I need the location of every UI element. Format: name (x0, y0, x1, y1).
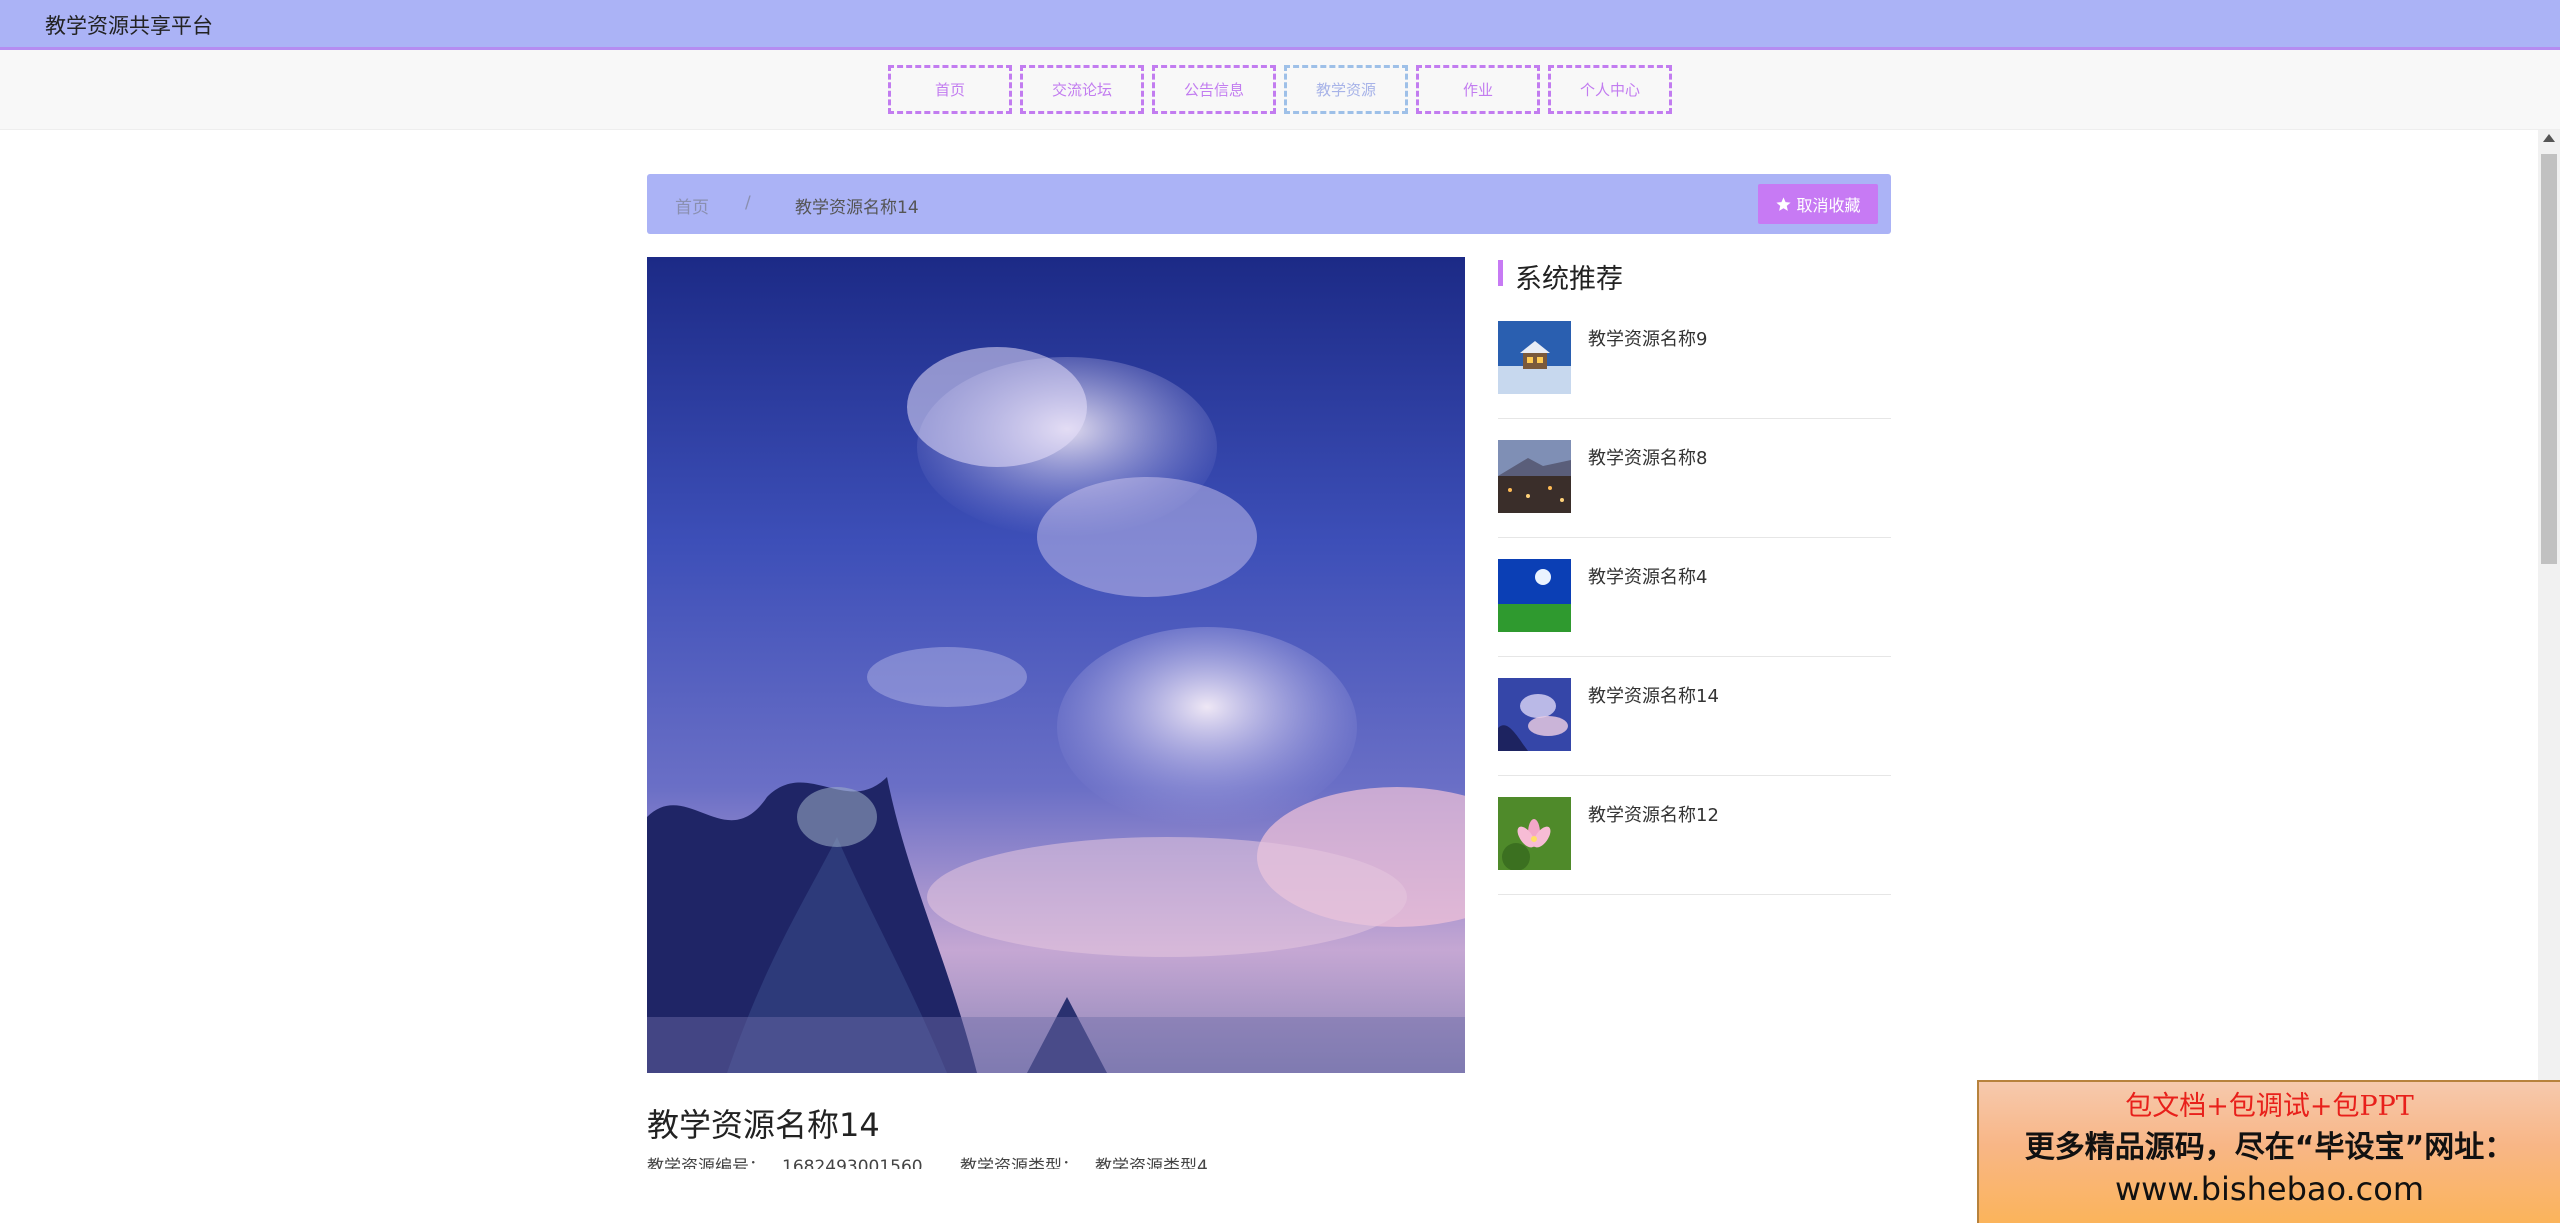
top-header: 教学资源共享平台 (0, 0, 2560, 50)
promo-url[interactable]: www.bishebao.com (1979, 1170, 2560, 1208)
nav-forum[interactable]: 交流论坛 (1020, 65, 1144, 114)
promo-headline: 更多精品源码，尽在“毕设宝”网址： (2024, 1130, 2515, 1165)
nav-announcements[interactable]: 公告信息 (1152, 65, 1276, 114)
recommend-item[interactable]: 教学资源名称14 (1498, 657, 1891, 776)
breadcrumb: 首页 / 教学资源名称14 取消收藏 (647, 174, 1891, 234)
nav-personal-center[interactable]: 个人中心 (1548, 65, 1672, 114)
nav-items: 首页 交流论坛 公告信息 教学资源 作业 个人中心 (888, 65, 1672, 114)
recommend-header: 系统推荐 (1498, 257, 1891, 295)
nav-homework[interactable]: 作业 (1416, 65, 1540, 114)
recommend-item[interactable]: 教学资源名称9 (1498, 300, 1891, 419)
promo-tagline: 包文档+包调试+包PPT (2125, 1091, 2414, 1122)
resource-number: 教学资源编号： 1682493001560 (647, 1157, 939, 1169)
page-scrollbar[interactable] (2538, 130, 2560, 1093)
star-icon (1776, 196, 1792, 211)
recommend-item[interactable]: 教学资源名称12 (1498, 776, 1891, 895)
unfavorite-button[interactable]: 取消收藏 (1758, 184, 1878, 224)
recommend-item-name[interactable]: 教学资源名称8 (1588, 444, 1707, 470)
recommend-accent-bar (1498, 260, 1503, 286)
breadcrumb-separator: / (745, 193, 751, 213)
recommend-thumbnail[interactable] (1498, 440, 1571, 513)
recommend-thumbnail[interactable] (1498, 321, 1571, 394)
resource-cover-image (647, 257, 1465, 1073)
resource-title: 教学资源名称14 (647, 1106, 880, 1144)
scroll-up-arrow-icon[interactable] (2543, 134, 2555, 142)
recommend-item-name[interactable]: 教学资源名称9 (1588, 325, 1707, 351)
recommend-thumbnail[interactable] (1498, 678, 1571, 751)
recommend-item-name[interactable]: 教学资源名称14 (1588, 682, 1719, 708)
recommend-item[interactable]: 教学资源名称4 (1498, 538, 1891, 657)
resource-type-label: 教学资源类型： (960, 1157, 1080, 1169)
recommend-item[interactable]: 教学资源名称8 (1498, 419, 1891, 538)
recommend-item-name[interactable]: 教学资源名称12 (1588, 801, 1719, 827)
nav-teaching-resources[interactable]: 教学资源 (1284, 65, 1408, 114)
recommend-thumbnail[interactable] (1498, 559, 1571, 632)
site-title: 教学资源共享平台 (45, 14, 213, 38)
scrollbar-thumb[interactable] (2541, 154, 2557, 564)
resource-meta: 教学资源编号： 1682493001560 教学资源类型： 教学资源类型4 (647, 1152, 1240, 1169)
resource-number-label: 教学资源编号： (647, 1157, 766, 1169)
breadcrumb-home-link[interactable]: 首页 (675, 193, 709, 218)
resource-type-value: 教学资源类型4 (1095, 1157, 1208, 1169)
resource-number-value: 1682493001560 (782, 1157, 923, 1169)
main-navigation: 首页 交流论坛 公告信息 教学资源 作业 个人中心 (0, 50, 2560, 130)
recommend-title: 系统推荐 (1515, 264, 1623, 295)
promo-banner[interactable]: 包文档+包调试+包PPT 更多精品源码，尽在“毕设宝”网址： www.bishe… (1977, 1080, 2560, 1223)
resource-type: 教学资源类型： 教学资源类型4 (960, 1157, 1224, 1169)
recommend-thumbnail[interactable] (1498, 797, 1571, 870)
unfavorite-button-label: 取消收藏 (1796, 196, 1861, 215)
recommend-item-name[interactable]: 教学资源名称4 (1588, 563, 1707, 589)
breadcrumb-current: 教学资源名称14 (795, 198, 919, 218)
nav-home[interactable]: 首页 (888, 65, 1012, 114)
